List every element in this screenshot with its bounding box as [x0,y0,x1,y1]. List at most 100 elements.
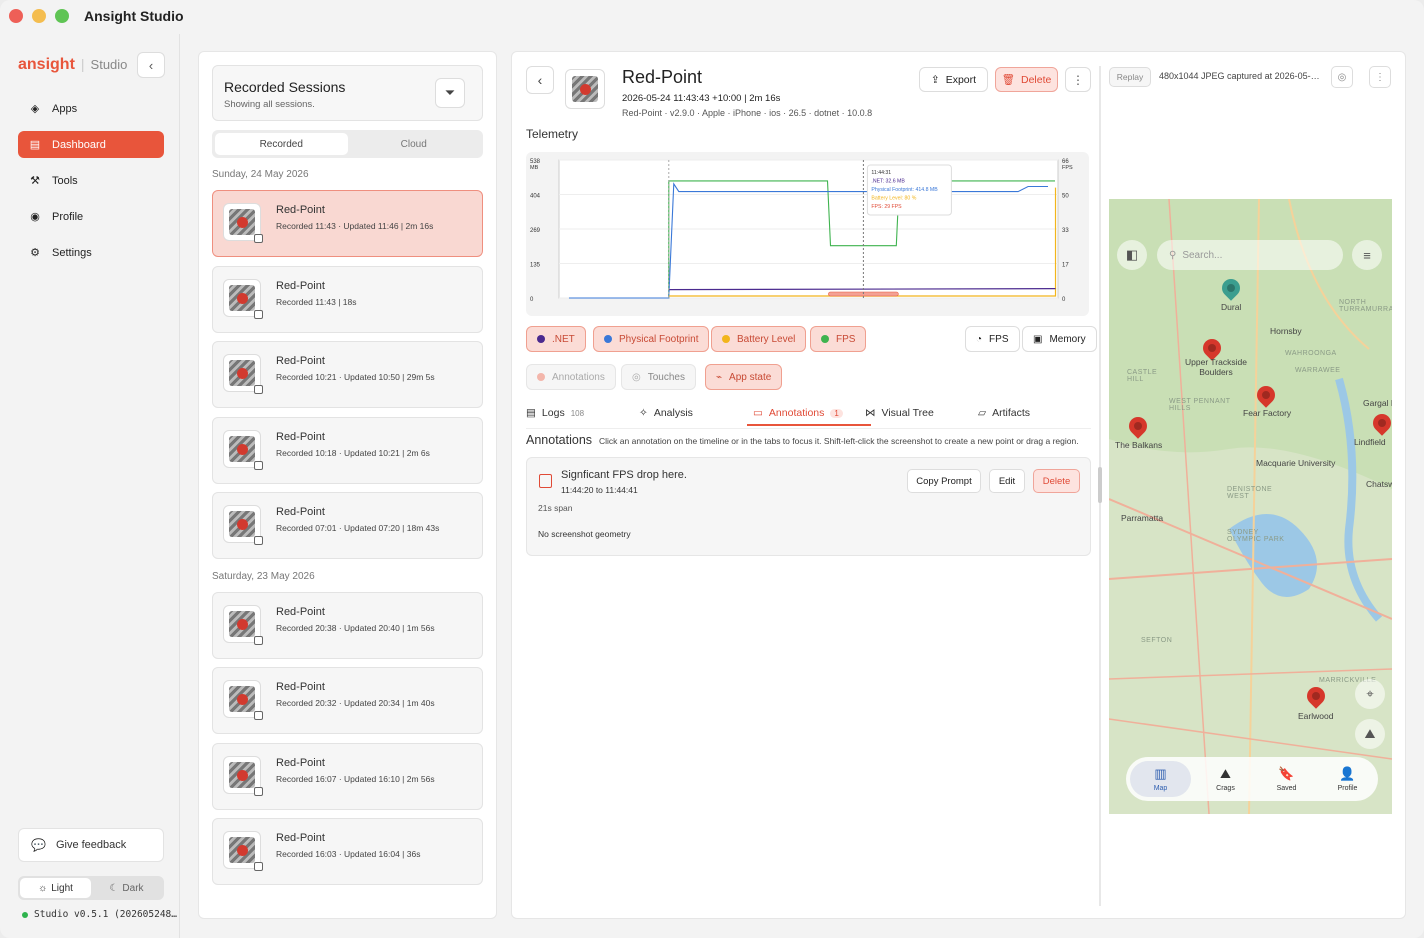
map-nav-map[interactable]: ▥ Map [1130,761,1191,797]
folder-icon: ▱ [978,407,987,419]
target-button[interactable]: ◎ [1331,66,1353,88]
replay-screenshot[interactable]: ◧ ⚲ Search... ≡ Dural Hornsby Upper Track… [1109,199,1392,814]
tab-visual-tree[interactable]: ⋈ Visual Tree [865,407,934,425]
fps-axis-label: FPS [989,333,1009,345]
export-icon: ⇪ [930,73,940,86]
right-tick-label: 17 [1062,263,1069,269]
right-tick-label: 33 [1062,228,1069,234]
telemetry-chart[interactable]: 0 0 135 17 269 33 404 50 538 66 MB FPS 11:44:31 .NET:… [526,152,1089,316]
session-meta: Recorded 11:43 · Updated 11:46 | 2m 16s [276,221,434,231]
session-date-group: Saturday, 23 May 2026 [212,570,315,582]
fps-axis-button[interactable]: ◔ FPS [965,326,1020,352]
note-icon [539,474,552,488]
replay-more-button[interactable]: ⋮ [1369,66,1391,88]
chip-label: Touches [647,371,685,383]
session-card[interactable]: Red-Point Recorded 07:01 · Updated 07:20 … [212,492,483,559]
annotation-card[interactable]: Signficant FPS drop here. 11:44:20 to 11… [526,457,1091,556]
session-card[interactable]: Red-Point Recorded 11:43 · Updated 11:46 … [212,190,483,257]
right-tick-label: 50 [1062,194,1069,200]
filter-button[interactable]: ⏷ [435,78,465,108]
theme-light-option[interactable]: ☼ Light [20,878,91,898]
zoom-window-button[interactable] [55,9,69,23]
chevron-left-icon: ‹ [537,72,543,88]
place-label: Dural [1221,302,1242,312]
chevron-left-icon: ‹ [148,57,154,73]
chip-label: Battery Level [737,333,796,345]
minimize-window-button[interactable] [32,9,46,23]
locate-me-button[interactable]: ⌖ [1355,679,1385,709]
map-nav-crags[interactable]: ⛰ Crags [1195,757,1256,801]
more-vertical-icon: ⋮ [1375,71,1385,83]
sessions-title: Recorded Sessions [224,79,346,95]
tab-logs[interactable]: ▤ Logs 108 [526,407,584,425]
splitter-handle[interactable] [1098,467,1102,503]
session-card[interactable]: Red-Point Recorded 11:43 | 18s [212,265,483,333]
session-card[interactable]: Red-Point Recorded 10:18 · Updated 10:21 … [212,416,483,484]
edit-annotation-button[interactable]: Edit [989,469,1025,493]
annotation-span: 21s span [538,503,573,513]
tab-artifacts[interactable]: ▱ Artifacts [978,407,1030,425]
device-badge-icon [254,536,263,545]
legend-chip-fps[interactable]: FPS [810,326,867,352]
sidebar: ansight | Studio ‹ ◈ Apps ▤ Dashboard ⚒ Too… [0,34,180,938]
sidebar-item-dashboard[interactable]: ▤ Dashboard [18,131,164,158]
terrain-button[interactable]: ⛰ [1355,719,1385,749]
session-name: Red-Point [276,355,325,367]
sidebar-item-profile[interactable]: ◉ Profile [18,203,164,230]
memory-axis-label: Memory [1049,333,1086,345]
window-title: Ansight Studio [84,8,184,24]
filter-chip-annotations[interactable]: Annotations [526,364,616,390]
legend-chip-dotnet[interactable]: .NET [526,326,586,352]
filter-chip-touches[interactable]: ◎ Touches [621,364,696,390]
app-icon [229,284,255,311]
map-nav-profile[interactable]: 👤 Profile [1317,757,1378,801]
session-name: Red-Point [276,605,325,618]
tab-annotations[interactable]: ▭ Annotations 1 [747,407,871,426]
map-search-input[interactable]: ⚲ Search... [1157,240,1343,270]
close-window-button[interactable] [9,9,23,23]
delete-annotation-button[interactable]: Delete [1033,469,1080,493]
tab-label: Logs [541,407,565,419]
battery-color-dot [722,335,730,343]
delete-session-button[interactable]: 🗑 Delete [995,67,1058,92]
nav-label: Saved [1276,785,1297,792]
replay-info: 480x1044 JPEG captured at 2026-05-2… [1159,71,1321,81]
session-card[interactable]: Red-Point Recorded 16:03 · Updated 16:04 … [212,818,483,885]
tab-analysis[interactable]: ✧ Analysis [639,407,693,425]
sidebar-item-label: Profile [52,210,84,223]
map-filter-button[interactable]: ≡ [1352,240,1382,270]
session-card[interactable]: Red-Point Recorded 20:38 · Updated 20:40 … [212,591,483,659]
sidebar-item-apps[interactable]: ◈ Apps [18,95,164,122]
collapse-sidebar-button[interactable]: ‹ [137,52,165,78]
footprint-color-dot [604,335,612,343]
session-card[interactable]: Red-Point Recorded 10:21 · Updated 10:50 … [212,341,483,408]
session-card[interactable]: Red-Point Recorded 16:07 · Updated 16:10 … [212,742,483,810]
list-icon: ▤ [526,407,536,419]
back-button[interactable]: ‹ [526,66,554,94]
app-icon [570,74,600,104]
tab-recorded[interactable]: Recorded [215,133,348,155]
telemetry-label: Telemetry [526,127,579,141]
memory-axis-button[interactable]: ▣ Memory [1022,326,1097,352]
more-options-button[interactable]: ⋮ [1065,67,1091,92]
session-card[interactable]: Red-Point Recorded 20:32 · Updated 20:34 … [212,667,483,734]
legend-chip-battery-level[interactable]: Battery Level [711,326,807,352]
map-nav-saved[interactable]: 🔖 Saved [1256,757,1317,801]
theme-dark-option[interactable]: ☾ Dark [91,878,162,898]
copy-prompt-button[interactable]: Copy Prompt [907,469,981,493]
sidebar-item-label: Settings [52,246,92,259]
sidebar-item-tools[interactable]: ⚒ Tools [18,167,164,194]
app-window: Ansight Studio ansight | Studio ‹ ◈ Apps … [0,0,1424,938]
tab-cloud[interactable]: Cloud [348,133,481,155]
tab-label: Artifacts [992,407,1031,419]
replay-button[interactable]: Replay [1109,67,1151,87]
detail-tabs: ▤ Logs 108 ✧ Analysis ▭ Annotations 1 ⋈ Visual… [526,407,1091,429]
device-badge-icon [254,711,263,720]
sidebar-item-settings[interactable]: ⚙ Settings [18,239,164,266]
map-panel-toggle[interactable]: ◧ [1117,240,1147,270]
export-button[interactable]: ⇪ Export [919,67,988,92]
give-feedback-button[interactable]: 💬 Give feedback [18,828,164,862]
session-meta: Recorded 16:03 · Updated 16:04 | 36s [276,849,421,859]
filter-chip-app-state[interactable]: ⌁ App state [705,364,783,390]
legend-chip-physical-footprint[interactable]: Physical Footprint [593,326,710,352]
